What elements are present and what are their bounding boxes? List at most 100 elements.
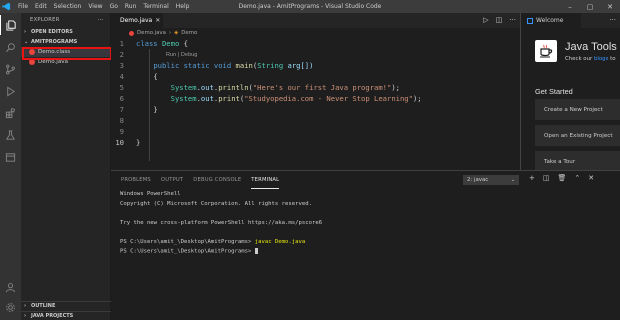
more-actions-icon[interactable]: ··· — [509, 16, 516, 24]
terminal-prompt: PS C:\Users\amit_\Desktop\AmitPrograms> — [120, 248, 255, 255]
line-number: 9 — [119, 127, 124, 136]
terminal-select-value: 2: javac — [467, 177, 489, 183]
open-editors-label: OPEN EDITORS — [31, 29, 73, 35]
java-projects-section[interactable]: › JAVA PROJECTS — [21, 311, 111, 320]
breadcrumb-class[interactable]: Demo — [181, 30, 197, 36]
create-project-button[interactable]: Create a New Project — [535, 99, 620, 120]
folder-section[interactable]: ⌄ AMITPROGRAMS — [21, 37, 110, 47]
menu-file[interactable]: File — [18, 3, 28, 10]
blogs-link[interactable]: blogs — [594, 56, 608, 62]
vscode-logo-icon — [0, 0, 12, 13]
terminal-line: Copyright (C) Microsoft Corporation. All… — [120, 200, 312, 207]
menu-bar: File Edit Selection View Go Run Terminal… — [18, 3, 189, 10]
chevron-right-icon: › — [24, 313, 27, 319]
more-actions-icon[interactable]: ··· — [609, 16, 616, 24]
menu-help[interactable]: Help — [176, 3, 190, 10]
maximize-icon[interactable]: ▢ — [580, 0, 600, 13]
line-number: 10 — [115, 138, 124, 147]
outline-section[interactable]: › OUTLINE — [21, 301, 111, 310]
close-icon[interactable]: ✕ — [600, 0, 620, 13]
code-token: public — [153, 61, 180, 70]
code-token: } — [153, 105, 158, 114]
source-control-icon[interactable] — [0, 59, 21, 79]
gear-icon[interactable] — [0, 297, 21, 317]
terminal-line: Try the new cross-platform PowerShell ht… — [120, 219, 323, 226]
open-project-button[interactable]: Open an Existing Project — [535, 125, 620, 146]
trash-icon[interactable]: 🗑 — [558, 174, 567, 182]
code-token: System — [170, 83, 197, 92]
code-token: "Here's our first Java program!" — [252, 83, 392, 92]
java-projects-icon[interactable] — [0, 147, 21, 167]
indent-guide — [149, 49, 150, 161]
breadcrumb-file[interactable]: Demo.java — [137, 30, 166, 36]
chevron-up-icon[interactable]: ⌃ — [574, 174, 580, 182]
tab-demo-java[interactable]: Demo.java ✕ — [111, 13, 163, 28]
account-icon[interactable] — [0, 277, 21, 297]
code-token: { — [183, 39, 188, 48]
code-token: main — [235, 61, 253, 70]
code-line: 1 class Demo { — [111, 38, 520, 49]
terminal-line: PS C:\Users\amit_\Desktop\AmitPrograms> — [120, 248, 322, 258]
tab-debug-console[interactable]: DEBUG CONSOLE — [193, 171, 241, 189]
highlight-annotation-box — [22, 47, 112, 60]
run-debug-icon[interactable] — [0, 81, 21, 101]
tab-problems[interactable]: PROBLEMS — [121, 171, 151, 189]
menu-selection[interactable]: Selection — [54, 3, 82, 10]
code-line: 9 — [111, 126, 520, 137]
open-editors-section[interactable]: › OPEN EDITORS — [21, 27, 110, 37]
code-token: "Studyopedia.com - Never Stop Learning" — [244, 94, 413, 103]
close-panel-icon[interactable]: ✕ — [588, 174, 594, 182]
terminal-line: Windows PowerShell — [120, 191, 181, 197]
code-line: 5 System.out.println("Here's our first J… — [111, 82, 520, 93]
window-controls: – ▢ ✕ — [560, 0, 620, 13]
code-line: 7 } — [111, 104, 520, 115]
code-line: 10 } — [111, 137, 520, 148]
tab-terminal[interactable]: TERMINAL — [251, 171, 280, 189]
add-terminal-icon[interactable]: + — [529, 174, 535, 182]
minimize-icon[interactable]: – — [560, 0, 580, 13]
search-icon[interactable] — [0, 37, 21, 57]
close-tab-icon[interactable]: ✕ — [155, 17, 160, 24]
line-number: 8 — [119, 116, 124, 125]
code-token: { — [153, 72, 158, 81]
chevron-down-icon: ⌄ — [510, 177, 515, 183]
code-line: 4 { — [111, 71, 520, 82]
menu-terminal[interactable]: Terminal — [143, 3, 168, 10]
editor-actions: ▷ ◫ ··· — [483, 16, 516, 24]
breadcrumb: Demo.java › ◈ Demo — [111, 28, 520, 38]
terminal-cursor — [254, 248, 258, 254]
code-token: static — [183, 61, 210, 70]
take-tour-button[interactable]: Take a Tour — [535, 151, 620, 170]
run-icon[interactable]: ▷ — [483, 16, 488, 24]
menu-view[interactable]: View — [88, 3, 102, 10]
code-token: void — [213, 61, 232, 70]
terminal-select[interactable]: 2: javac ⌄ — [463, 175, 519, 185]
subtitle-text: Check our — [565, 56, 594, 62]
tab-welcome[interactable]: Welcome — [521, 13, 581, 28]
bottom-panel: PROBLEMS OUTPUT DEBUG CONSOLE TERMINAL 2… — [111, 170, 620, 320]
extensions-icon[interactable] — [0, 103, 21, 123]
editor-group: Demo.java ✕ ▷ ◫ ··· Demo.java › ◈ Demo 1… — [111, 13, 520, 170]
codelens-run-debug[interactable]: Run | Debug — [166, 52, 197, 58]
testing-icon[interactable] — [0, 125, 21, 145]
explorer-header: EXPLORER ··· — [21, 13, 110, 27]
terminal-output[interactable]: Windows PowerShell Copyright (C) Microso… — [120, 191, 322, 258]
split-terminal-icon[interactable]: ◫ — [543, 174, 550, 182]
chevron-right-icon: › — [24, 29, 27, 35]
split-editor-icon[interactable]: ◫ — [496, 16, 503, 24]
explorer-icon[interactable] — [0, 15, 21, 35]
java-projects-label: JAVA PROJECTS — [31, 313, 74, 319]
menu-go[interactable]: Go — [110, 3, 118, 10]
welcome-subtitle: Check our blogs to — [565, 56, 616, 62]
more-actions-icon[interactable]: ··· — [97, 17, 104, 24]
line-number: 1 — [119, 39, 124, 48]
menu-edit[interactable]: Edit — [35, 3, 47, 10]
tab-output[interactable]: OUTPUT — [161, 171, 183, 189]
code-token: out — [200, 83, 214, 92]
java-cup-logo — [535, 40, 557, 62]
menu-run[interactable]: Run — [125, 3, 137, 10]
code-line: 8 — [111, 115, 520, 126]
code-editor[interactable]: 1 class Demo { 2 Run | Debug 3 public st… — [111, 38, 520, 148]
